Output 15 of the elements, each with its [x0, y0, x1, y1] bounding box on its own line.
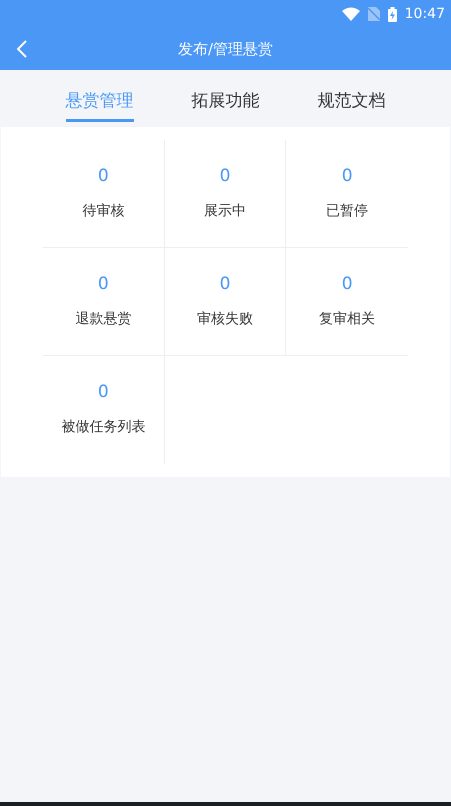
tab[interactable]: 规范文档 [318, 90, 386, 122]
battery-charging-icon [388, 6, 397, 22]
stat-cell[interactable]: 0 审核失败 [164, 248, 286, 356]
stat-cell[interactable]: 0 展示中 [164, 140, 286, 248]
stat-cell[interactable]: 0 待审核 [43, 140, 165, 248]
status-time: 10:47 [404, 4, 445, 24]
stat-cell[interactable]: 0 被做任务列表 [43, 356, 165, 464]
stat-cell[interactable]: 0 复审相关 [286, 248, 408, 356]
page-title: 发布/管理悬赏 [178, 38, 274, 60]
tab[interactable]: 拓展功能 [192, 90, 260, 122]
back-icon [17, 40, 27, 58]
wifi-icon [342, 7, 360, 21]
stat-cell[interactable]: 0 退款悬赏 [43, 248, 165, 356]
no-sim-icon [368, 7, 380, 21]
stat-cell[interactable]: 0 已暂停 [286, 140, 408, 248]
